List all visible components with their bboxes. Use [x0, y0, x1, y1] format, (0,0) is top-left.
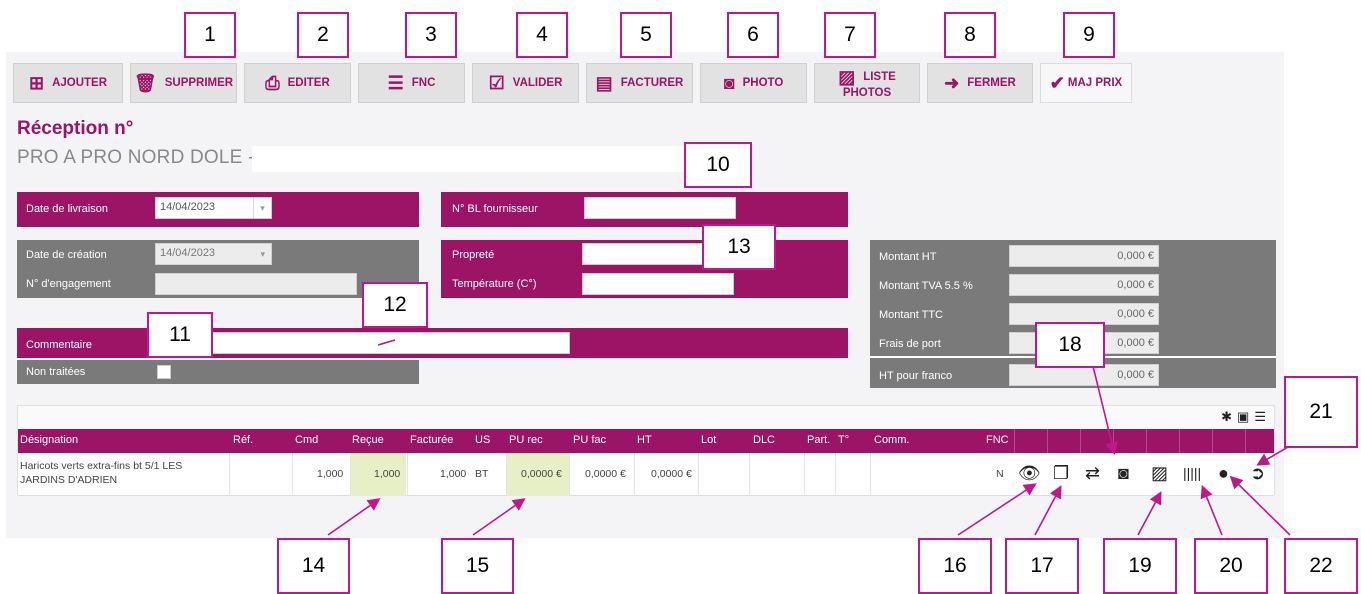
- callout-10: 10: [684, 142, 752, 188]
- callout-5: 5: [620, 12, 672, 58]
- callout-17: 17: [1005, 538, 1079, 594]
- callout-3: 3: [405, 12, 457, 58]
- callout-13: 13: [702, 224, 776, 270]
- callout-16: 16: [918, 538, 992, 594]
- callout-6: 6: [727, 12, 779, 58]
- callout-20: 20: [1194, 538, 1268, 594]
- callout-arrows: [327, 339, 1301, 536]
- callout-21: 21: [1284, 376, 1358, 448]
- callout-8: 8: [944, 12, 996, 58]
- callout-12: 12: [362, 282, 428, 328]
- callout-22: 22: [1284, 538, 1358, 594]
- callout-14: 14: [277, 538, 350, 594]
- callout-7: 7: [824, 12, 876, 58]
- callout-1: 1: [184, 12, 236, 58]
- callout-15: 15: [441, 538, 514, 594]
- callout-18: 18: [1035, 322, 1105, 368]
- callout-2: 2: [297, 12, 349, 58]
- callout-11: 11: [147, 312, 213, 358]
- callout-4: 4: [516, 12, 568, 58]
- callout-9: 9: [1063, 12, 1115, 58]
- callout-19: 19: [1103, 538, 1177, 594]
